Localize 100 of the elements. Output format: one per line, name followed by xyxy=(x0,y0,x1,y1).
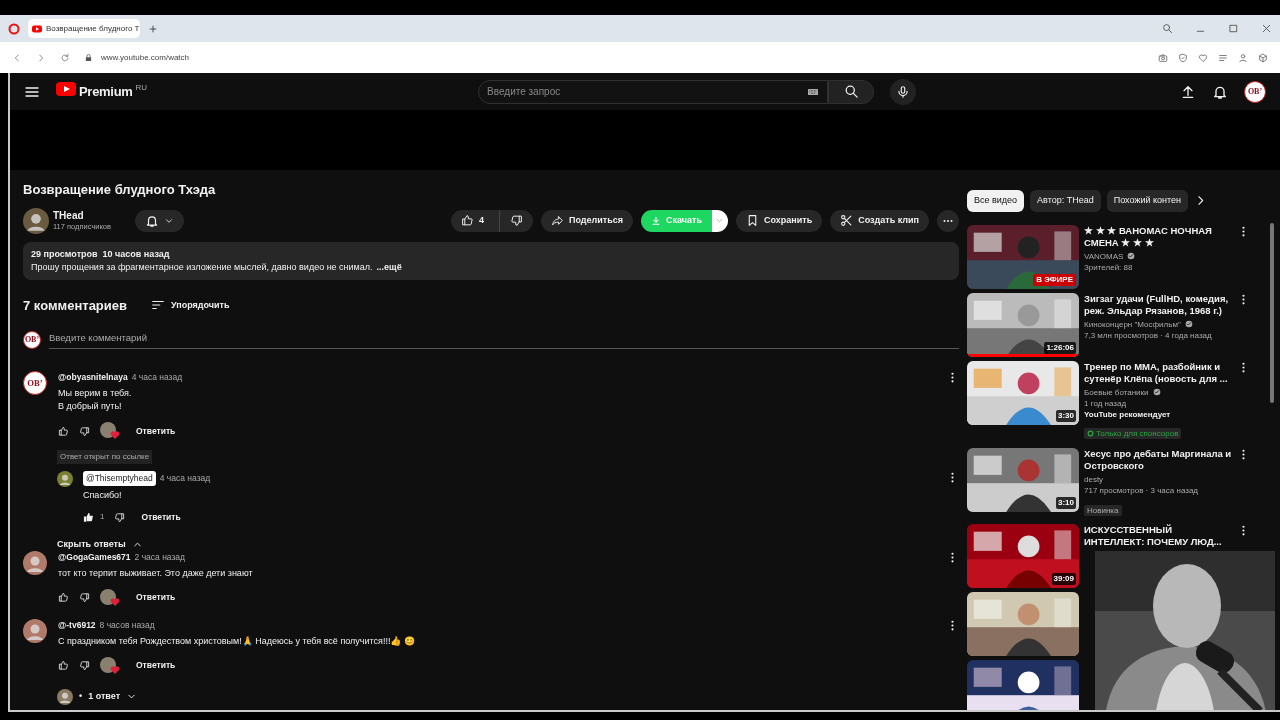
view-stats: 29 просмотров 10 часов назад xyxy=(31,247,171,261)
list-icon[interactable] xyxy=(1218,52,1228,63)
filter-chip[interactable]: Автор: THead xyxy=(1030,190,1101,212)
more-actions-button[interactable] xyxy=(937,209,959,232)
like-button[interactable] xyxy=(58,425,69,437)
filter-chip[interactable]: Все видео xyxy=(967,190,1025,212)
recommendation-note: YouTube рекомендует xyxy=(1084,408,1172,420)
shield-icon[interactable] xyxy=(1178,52,1188,63)
mic-button[interactable] xyxy=(890,78,917,105)
profile-icon[interactable] xyxy=(1238,52,1248,63)
channel-name[interactable]: Боевые ботаники xyxy=(1084,386,1149,398)
video-title[interactable]: Зигзаг удачи (FullHD, комедия, реж. Эльдар Рязанов, 1968 г.) xyxy=(1084,292,1232,317)
address-bar[interactable]: www.youtube.com/watch xyxy=(101,51,190,64)
mic-icon xyxy=(896,84,911,99)
comment-count: 7 комментариев xyxy=(23,296,127,315)
heart-icon[interactable] xyxy=(1198,52,1208,63)
replies-toggle[interactable]: • 1 ответ xyxy=(57,688,138,705)
comment-author[interactable]: @obyasnitelnaya xyxy=(58,371,128,384)
video-meta: 1 год назад xyxy=(1084,397,1128,409)
video-title[interactable]: ИСКУССТВЕННЫЙ ИНТЕЛЛЕКТ: ПОЧЕМУ ЛЮД... xyxy=(1084,523,1232,548)
video-title: Возвращение блудного Тхэда xyxy=(23,181,217,199)
channel-name[interactable]: desty xyxy=(1084,473,1104,485)
channel-name[interactable]: Киноконцерн "Мосфильм" xyxy=(1084,318,1181,330)
comment-time[interactable]: 4 часа назад xyxy=(131,371,183,384)
like-button[interactable] xyxy=(58,592,69,604)
dislike-button[interactable] xyxy=(114,511,126,523)
scrollbar[interactable] xyxy=(1270,223,1274,403)
save-button[interactable]: Сохранить xyxy=(736,209,823,232)
description-box[interactable]: 29 просмотров 10 часов назад Прошу прощения за фрагментарное изложение мыслей, давно видео не снимал. ...ещё xyxy=(23,241,959,280)
reply-button[interactable]: Ответить xyxy=(130,659,182,672)
video-meta: 717 просмотров · 3 часа назад xyxy=(1084,484,1200,496)
avatar-icon xyxy=(57,688,73,705)
comment-time[interactable]: 2 часа назад xyxy=(134,551,186,564)
comment-text: Спасибо! xyxy=(83,488,123,502)
video-meta: Зрителей: 88 xyxy=(1084,261,1134,273)
comment-author[interactable]: @-tv6912 xyxy=(58,618,96,632)
search-icon[interactable] xyxy=(1162,23,1173,34)
comment-time[interactable]: 4 часа назад xyxy=(159,472,211,485)
video-title[interactable]: Тренер по ММА, разбойник и сутенёр Клёпа (новость для ... xyxy=(1084,360,1232,385)
channel-name[interactable]: THead xyxy=(53,209,112,221)
video-title[interactable]: Хесус про дебаты Маргинала и Островского xyxy=(1084,447,1232,472)
avatar-icon[interactable]: OB’ xyxy=(1244,80,1266,103)
members-badge: Только для спонсоров xyxy=(1084,427,1182,439)
reply-button[interactable]: Ответить xyxy=(130,591,182,605)
thumbs-up-icon xyxy=(461,214,474,227)
comment-text: С праздником тебя Рождеством христовым!🙏 Надеюсь у тебя всё получится!!!👍 😊 xyxy=(58,634,416,648)
scissors-icon xyxy=(840,214,854,227)
filter-chip[interactable]: Похожий контен xyxy=(1106,190,1188,212)
more-link[interactable]: ...ещё xyxy=(376,260,402,274)
bookmark-icon xyxy=(746,214,759,227)
sort-button[interactable]: Упорядочить xyxy=(151,298,230,313)
like-button[interactable]: 1 xyxy=(83,511,105,524)
like-button[interactable] xyxy=(58,660,69,671)
logo-text[interactable]: Premium xyxy=(79,81,133,102)
avatar-icon xyxy=(23,551,47,575)
region-label: RU xyxy=(135,81,148,94)
lock-icon xyxy=(84,53,93,62)
browser-tab[interactable]: Возвращение блудного Т xyxy=(28,19,140,38)
play-logo-icon[interactable] xyxy=(56,81,76,96)
cube-icon[interactable] xyxy=(1258,52,1268,63)
bell-icon xyxy=(145,213,160,228)
comment-author[interactable]: @GogaGames671 xyxy=(58,551,131,564)
linked-reply-label: Ответ открыт по ссылке xyxy=(57,450,153,464)
caret-icon xyxy=(715,216,725,225)
replies-toggle[interactable]: Скрыть ответы xyxy=(57,537,143,551)
reply-button[interactable]: Ответить xyxy=(135,510,187,524)
search-field[interactable]: Введите запрос xyxy=(478,79,829,104)
comment-text: Мы верим в тебя. В добрый путь! xyxy=(58,387,133,413)
channel-avatar xyxy=(23,207,49,234)
new-tab-icon[interactable] xyxy=(148,23,158,34)
avatar-icon: OB’ xyxy=(23,371,47,396)
upload-icon[interactable] xyxy=(1180,83,1196,100)
description-text: Прошу прощения за фрагментарное изложение мыслей, давно видео не снимал. xyxy=(31,260,373,274)
browser-logo[interactable] xyxy=(8,22,20,35)
comment-text: тот кто терпит выживает. Это даже дети знают xyxy=(58,566,254,580)
reload-icon[interactable] xyxy=(60,52,70,63)
play-logo-icon xyxy=(32,24,42,33)
avatar-icon xyxy=(57,471,73,487)
notification-bell-button[interactable] xyxy=(135,209,185,232)
members-icon xyxy=(1087,429,1094,437)
share-icon xyxy=(551,214,564,227)
video-meta: 7,3 млн просмотров · 4 года назад xyxy=(1084,329,1213,341)
maximize-icon[interactable] xyxy=(1228,23,1239,34)
avatar-icon: OB’ xyxy=(23,331,41,350)
camera-icon[interactable] xyxy=(1158,52,1168,63)
comment-input[interactable]: Введите комментарий xyxy=(49,331,959,350)
search-button[interactable] xyxy=(828,79,875,104)
share-button[interactable]: Поделиться xyxy=(541,209,633,232)
video-title[interactable]: ★ ★ ★ ВАНОМАС НОЧНАЯ СМЕНА ★ ★ ★ xyxy=(1084,224,1232,249)
close-icon[interactable] xyxy=(1261,23,1272,34)
channel-name[interactable]: VANOMAS xyxy=(1084,250,1124,262)
avatar-icon xyxy=(23,618,47,643)
download-icon xyxy=(651,215,661,226)
reply-button[interactable]: Ответить xyxy=(130,424,182,438)
clip-button[interactable]: Создать клип xyxy=(830,209,929,232)
new-badge: Новинка xyxy=(1084,504,1122,516)
comment-time[interactable]: 8 часов назад xyxy=(99,618,155,632)
search-icon xyxy=(843,84,859,99)
comment-author[interactable]: @Thisemptyhead xyxy=(83,471,156,486)
thumbs-down-icon xyxy=(510,214,523,227)
